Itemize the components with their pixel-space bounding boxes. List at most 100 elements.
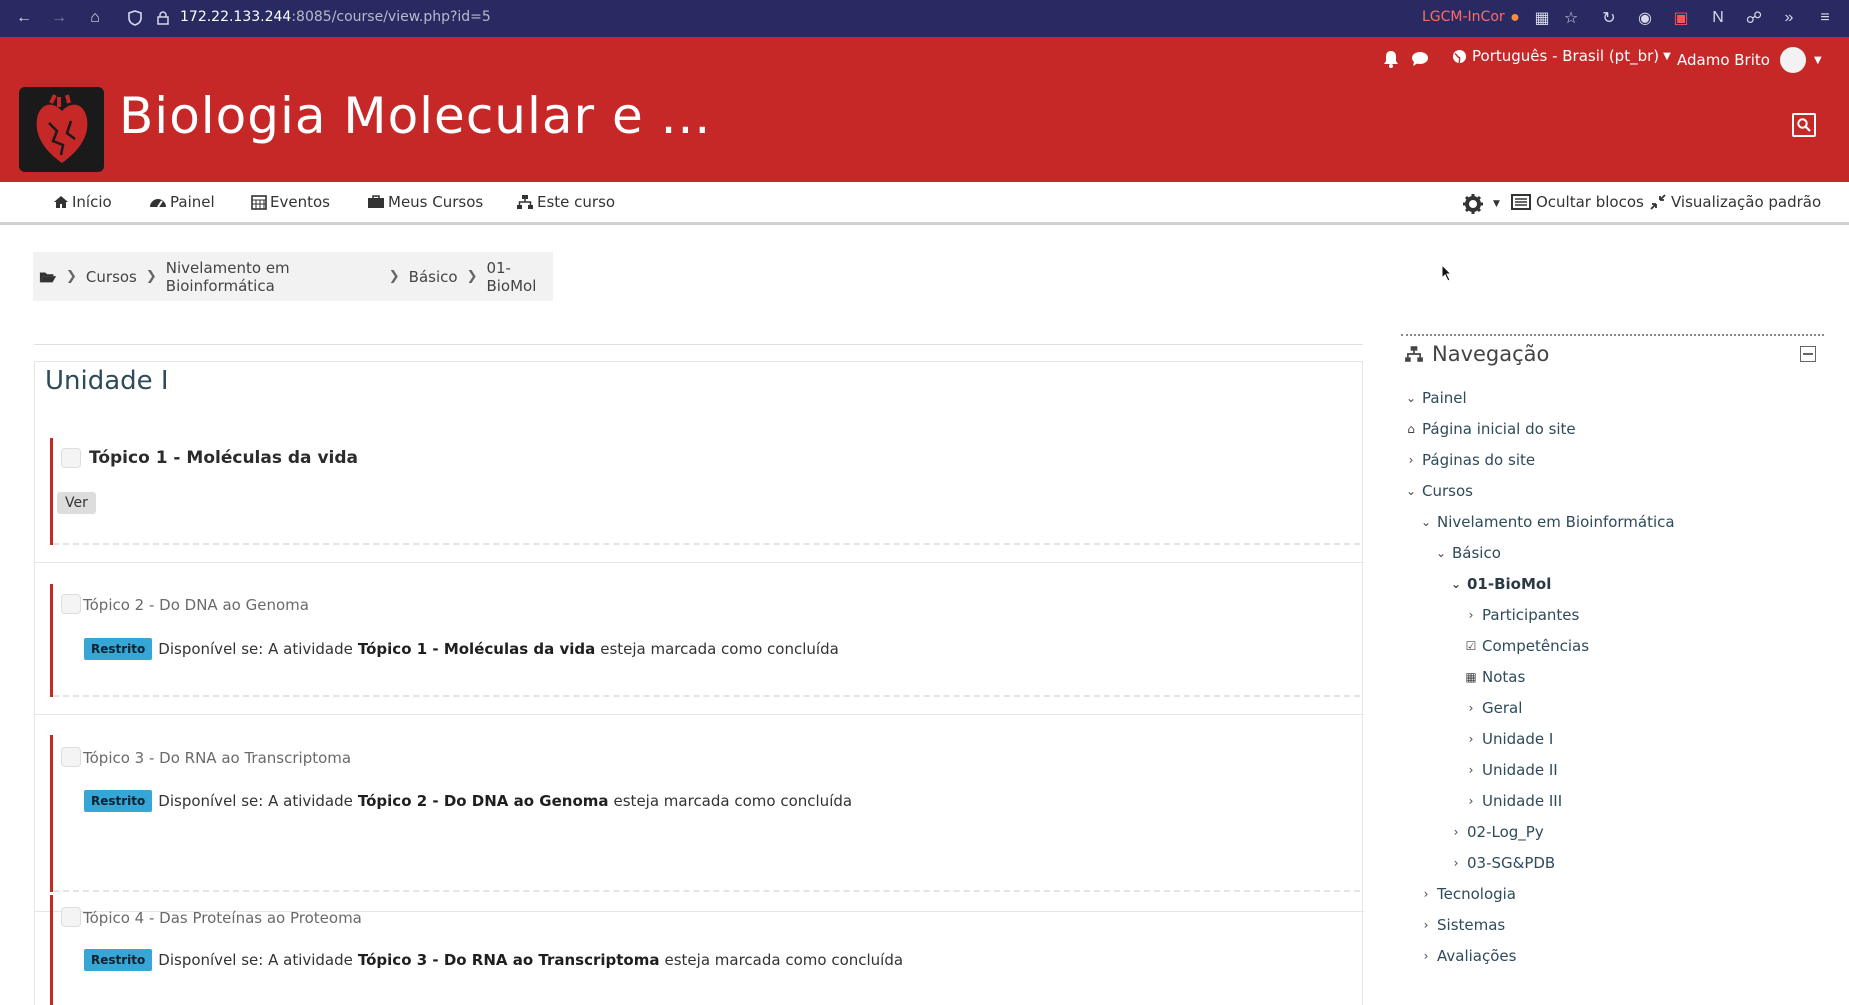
bookmark-star-icon[interactable]: ☆ [1561,8,1581,28]
shield-icon[interactable] [125,8,145,28]
hide-blocks-label: Ocultar blocos [1536,193,1644,211]
activity-title[interactable]: Tópico 2 - Do DNA ao Genoma [83,596,309,614]
mouse-cursor-icon [1441,264,1453,282]
avatar [1779,47,1806,73]
nav-my-courses[interactable]: Meus Cursos [367,193,483,211]
nav-tree-site-home[interactable]: ⌂ Página inicial do site [1404,420,1575,438]
settings-menu[interactable]: ▼ [1462,193,1500,215]
user-menu[interactable]: Adamo Brito ▼ [1677,47,1822,73]
back-icon[interactable]: ← [14,8,34,28]
navigation-block-title: Navegação [1404,342,1549,366]
nav-tree-courses[interactable]: ⌄ Cursos [1404,482,1473,500]
nav-tree-unit-3[interactable]: › Unidade III [1464,792,1563,810]
section-title[interactable]: Unidade I [45,366,169,396]
home-icon: ⌂ [1407,422,1415,436]
extension-globe-icon[interactable]: ◉ [1635,8,1655,28]
nav-tree-course-sg-pdb[interactable]: › 03-SG&PDB [1449,854,1556,872]
chevron-right-icon: › [1423,918,1429,932]
chevron-right-icon: › [1468,732,1474,746]
minus-icon [1803,353,1813,355]
nav-dashboard[interactable]: Painel [149,193,215,211]
nav-tree-unit-2[interactable]: › Unidade II [1464,761,1558,779]
caret-down-icon: ▼ [1813,54,1822,66]
gear-icon [1463,194,1483,214]
nav-tree-general[interactable]: › Geral [1464,699,1523,717]
calendar-icon [251,195,267,210]
default-view-button[interactable]: Visualização padrão [1650,193,1821,211]
nav-tree-label: Básico [1452,544,1501,562]
flame-icon[interactable]: ● [1505,8,1525,28]
breadcrumb-subcategory[interactable]: Básico [409,268,458,286]
sitemap-icon [1405,346,1423,362]
notification-bell-icon[interactable] [1383,50,1399,72]
messages-icon[interactable] [1411,51,1429,71]
compress-icon [1650,194,1666,210]
nav-tree-label: Cursos [1422,482,1473,500]
restriction-suffix: esteja marcada como concluída [600,640,839,658]
activity-title[interactable]: Tópico 4 - Das Proteínas ao Proteoma [83,909,362,927]
completion-checkbox[interactable] [61,448,81,468]
breadcrumb-course[interactable]: 01-BioMol [486,259,553,295]
caret-down-icon: ▼ [1663,50,1671,62]
nav-tree-subcategory[interactable]: ⌄ Básico [1434,544,1501,562]
grid-icon[interactable]: ▦ [1532,8,1552,28]
nav-tree-systems[interactable]: › Sistemas [1419,916,1506,934]
nav-home-label: Início [72,193,112,211]
home-icon[interactable]: ⌂ [85,8,105,28]
extension-red-icon[interactable]: ▣ [1671,8,1691,28]
chevron-right-icon: ❯ [66,269,77,284]
chevron-right-icon: › [1423,949,1429,963]
nav-this-course[interactable]: Este curso [516,193,615,211]
restriction-info: Restrito Disponível se: A atividade Tópi… [84,949,903,971]
navigation-title: Navegação [1432,342,1550,366]
hide-blocks-button[interactable]: Ocultar blocos [1511,193,1644,211]
nav-tree-site-pages[interactable]: › Páginas do site [1404,451,1536,469]
nav-tree-current-course[interactable]: ⌄ 01-BioMol [1449,575,1551,593]
nav-home[interactable]: Início [53,193,112,211]
nav-tree-assessments[interactable]: › Avaliações [1419,947,1517,965]
breadcrumb-courses[interactable]: Cursos [86,268,137,286]
nav-tree-category[interactable]: ⌄ Nivelamento em Bioinformática [1419,513,1675,531]
nav-my-courses-label: Meus Cursos [388,193,484,211]
extension-label[interactable]: LGCM-InCor [1422,9,1505,25]
nav-tree-course-log-py[interactable]: › 02-Log_Py [1449,823,1544,841]
nav-tree-competencies[interactable]: ☑ Competências [1464,637,1589,655]
activity-title[interactable]: Tópico 1 - Moléculas da vida [89,448,358,468]
address-bar[interactable]: 172.22.133.244:8085/course/view.php?id=5 [180,9,491,25]
course-content: Unidade I Tópico 1 - Moléculas da vida V… [34,344,1364,1005]
nav-tree-label: 01-BioMol [1467,575,1552,593]
view-button[interactable]: Ver [57,492,96,514]
nav-tree-label: Tecnologia [1437,885,1516,903]
globe-icon [1452,49,1467,63]
nav-tree-participants[interactable]: › Participantes [1464,606,1580,624]
forward-icon[interactable]: → [49,8,69,28]
more-tools-icon[interactable]: » [1779,8,1799,28]
nav-tree-dashboard[interactable]: ⌄ Painel [1404,389,1467,407]
nav-events[interactable]: Eventos [251,193,330,211]
menu-icon[interactable]: ≡ [1815,8,1835,28]
language-menu[interactable]: Português - Brasil (pt_br) ▼ [1452,47,1671,65]
nav-tree-grades[interactable]: ▦ Notas [1464,668,1525,686]
nav-tree-label: Unidade III [1482,792,1563,810]
activity-divider [53,890,1360,892]
browser-toolbar: ← → ⌂ 172.22.133.244:8085/course/view.ph… [0,0,1849,37]
reload-icon[interactable]: ↻ [1599,8,1619,28]
site-title[interactable]: Biologia Molecular e ... [119,87,711,145]
folder-open-icon[interactable] [39,269,57,285]
activity-title[interactable]: Tópico 3 - Do RNA ao Transcriptoma [83,749,351,767]
nav-tree-unit-1[interactable]: › Unidade I [1464,730,1554,748]
collapse-block-button[interactable] [1800,346,1816,362]
site-logo[interactable] [19,87,104,172]
chevron-down-icon: ⌄ [1405,391,1417,405]
breadcrumb-category[interactable]: Nivelamento em Bioinformática [166,259,380,295]
activity-divider [53,543,1360,545]
notion-icon[interactable]: N [1708,8,1728,28]
nav-tree-technology[interactable]: › Tecnologia [1419,885,1516,903]
restriction-prefix: Disponível se: A atividade [158,951,353,969]
extensions-icon[interactable]: ☍ [1744,8,1764,28]
nav-events-label: Eventos [270,193,330,211]
nav-tree-label: Geral [1482,699,1523,717]
search-button[interactable] [1792,113,1816,137]
chevron-right-icon: › [1468,608,1474,622]
nav-tree-label: Unidade II [1482,761,1558,779]
